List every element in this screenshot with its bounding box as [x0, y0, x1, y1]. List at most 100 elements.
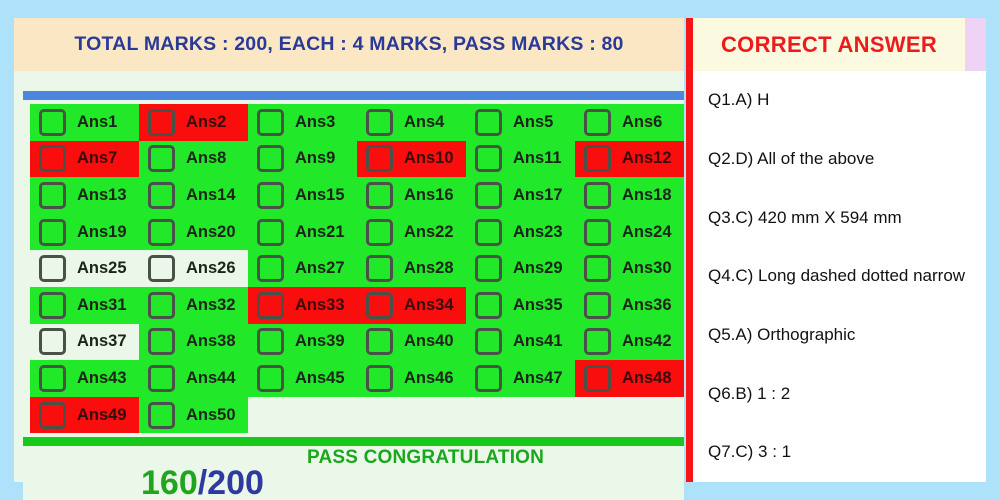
answer-cell[interactable]: Ans47 [466, 360, 575, 397]
checkbox-icon[interactable] [366, 218, 393, 246]
answer-cell[interactable]: Ans18 [575, 177, 684, 214]
answer-cell[interactable]: Ans49 [30, 396, 139, 434]
answer-cell[interactable]: Ans38 [139, 323, 248, 361]
answer-cell[interactable]: Ans7 [30, 140, 139, 178]
answer-cell[interactable]: Ans26 [139, 250, 248, 287]
checkbox-icon[interactable] [257, 218, 284, 246]
answer-cell[interactable]: Ans16 [357, 177, 466, 214]
checkbox-icon[interactable] [475, 328, 502, 356]
checkbox-icon[interactable] [148, 145, 175, 173]
checkbox-icon[interactable] [39, 328, 66, 356]
checkbox-icon[interactable] [39, 181, 66, 209]
answer-cell[interactable]: Ans46 [357, 360, 466, 397]
checkbox-icon[interactable] [257, 255, 284, 283]
answer-cell[interactable]: Ans41 [466, 323, 575, 361]
checkbox-icon[interactable] [257, 108, 284, 136]
checkbox-icon[interactable] [39, 401, 66, 429]
answer-cell[interactable]: Ans5 [466, 104, 575, 141]
answer-cell[interactable]: Ans50 [139, 396, 248, 434]
answer-cell[interactable]: Ans25 [30, 250, 139, 287]
checkbox-icon[interactable] [39, 218, 66, 246]
answer-cell[interactable]: Ans28 [357, 250, 466, 287]
checkbox-icon[interactable] [584, 145, 611, 173]
checkbox-icon[interactable] [584, 364, 611, 392]
checkbox-icon[interactable] [366, 291, 393, 319]
answer-cell[interactable]: Ans42 [575, 323, 684, 361]
answer-cell[interactable]: Ans12 [575, 140, 684, 178]
checkbox-icon[interactable] [257, 364, 284, 392]
answer-cell[interactable]: Ans22 [357, 213, 466, 251]
answer-cell[interactable]: Ans20 [139, 213, 248, 251]
checkbox-icon[interactable] [148, 291, 175, 319]
checkbox-icon[interactable] [39, 364, 66, 392]
checkbox-icon[interactable] [257, 291, 284, 319]
answer-cell[interactable]: Ans44 [139, 360, 248, 397]
answer-cell[interactable]: Ans1 [30, 104, 139, 141]
checkbox-icon[interactable] [257, 328, 284, 356]
checkbox-icon[interactable] [366, 364, 393, 392]
checkbox-icon[interactable] [148, 401, 175, 429]
answer-cell[interactable]: Ans19 [30, 213, 139, 251]
checkbox-icon[interactable] [475, 291, 502, 319]
checkbox-icon[interactable] [148, 218, 175, 246]
answer-cell[interactable]: Ans40 [357, 323, 466, 361]
answer-cell[interactable]: Ans35 [466, 286, 575, 324]
answer-cell[interactable]: Ans30 [575, 250, 684, 287]
checkbox-icon[interactable] [475, 255, 502, 283]
answer-cell[interactable]: Ans32 [139, 286, 248, 324]
answer-cell[interactable]: Ans9 [248, 140, 357, 178]
answer-cell[interactable]: Ans13 [30, 177, 139, 214]
answer-cell[interactable]: Ans29 [466, 250, 575, 287]
answer-cell[interactable]: Ans23 [466, 213, 575, 251]
answer-cell[interactable]: Ans8 [139, 140, 248, 178]
answer-cell[interactable]: Ans39 [248, 323, 357, 361]
checkbox-icon[interactable] [584, 218, 611, 246]
checkbox-icon[interactable] [148, 364, 175, 392]
answer-cell[interactable]: Ans4 [357, 104, 466, 141]
answer-cell[interactable]: Ans24 [575, 213, 684, 251]
checkbox-icon[interactable] [584, 291, 611, 319]
answer-cell[interactable]: Ans33 [248, 286, 357, 324]
checkbox-icon[interactable] [366, 181, 393, 209]
checkbox-icon[interactable] [39, 145, 66, 173]
answer-cell[interactable]: Ans11 [466, 140, 575, 178]
answer-cell[interactable]: Ans34 [357, 286, 466, 324]
answer-cell[interactable]: Ans37 [30, 323, 139, 361]
answer-cell[interactable]: Ans3 [248, 104, 357, 141]
answer-cell[interactable]: Ans10 [357, 140, 466, 178]
checkbox-icon[interactable] [148, 108, 175, 136]
answer-cell[interactable]: Ans31 [30, 286, 139, 324]
checkbox-icon[interactable] [475, 364, 502, 392]
checkbox-icon[interactable] [584, 108, 611, 136]
checkbox-icon[interactable] [148, 181, 175, 209]
answer-cell[interactable]: Ans48 [575, 360, 684, 397]
checkbox-icon[interactable] [584, 328, 611, 356]
checkbox-icon[interactable] [475, 218, 502, 246]
answer-cell[interactable]: Ans45 [248, 360, 357, 397]
checkbox-icon[interactable] [39, 255, 66, 283]
checkbox-icon[interactable] [366, 145, 393, 173]
checkbox-icon[interactable] [366, 328, 393, 356]
checkbox-icon[interactable] [257, 181, 284, 209]
answer-cell[interactable]: Ans36 [575, 286, 684, 324]
answer-cell[interactable]: Ans2 [139, 104, 248, 141]
checkbox-icon[interactable] [366, 108, 393, 136]
checkbox-icon[interactable] [475, 181, 502, 209]
answer-cell[interactable]: Ans27 [248, 250, 357, 287]
checkbox-icon[interactable] [148, 255, 175, 283]
checkbox-icon[interactable] [148, 328, 175, 356]
answer-cell[interactable]: Ans15 [248, 177, 357, 214]
answer-cell[interactable]: Ans14 [139, 177, 248, 214]
checkbox-icon[interactable] [366, 255, 393, 283]
checkbox-icon[interactable] [257, 145, 284, 173]
checkbox-icon[interactable] [475, 108, 502, 136]
checkbox-icon[interactable] [584, 181, 611, 209]
checkbox-icon[interactable] [39, 291, 66, 319]
answer-cell[interactable]: Ans17 [466, 177, 575, 214]
checkbox-icon[interactable] [39, 108, 66, 136]
answer-cell[interactable]: Ans43 [30, 360, 139, 397]
answer-cell[interactable]: Ans6 [575, 104, 684, 141]
answer-cell[interactable]: Ans21 [248, 213, 357, 251]
checkbox-icon[interactable] [584, 255, 611, 283]
checkbox-icon[interactable] [475, 145, 502, 173]
